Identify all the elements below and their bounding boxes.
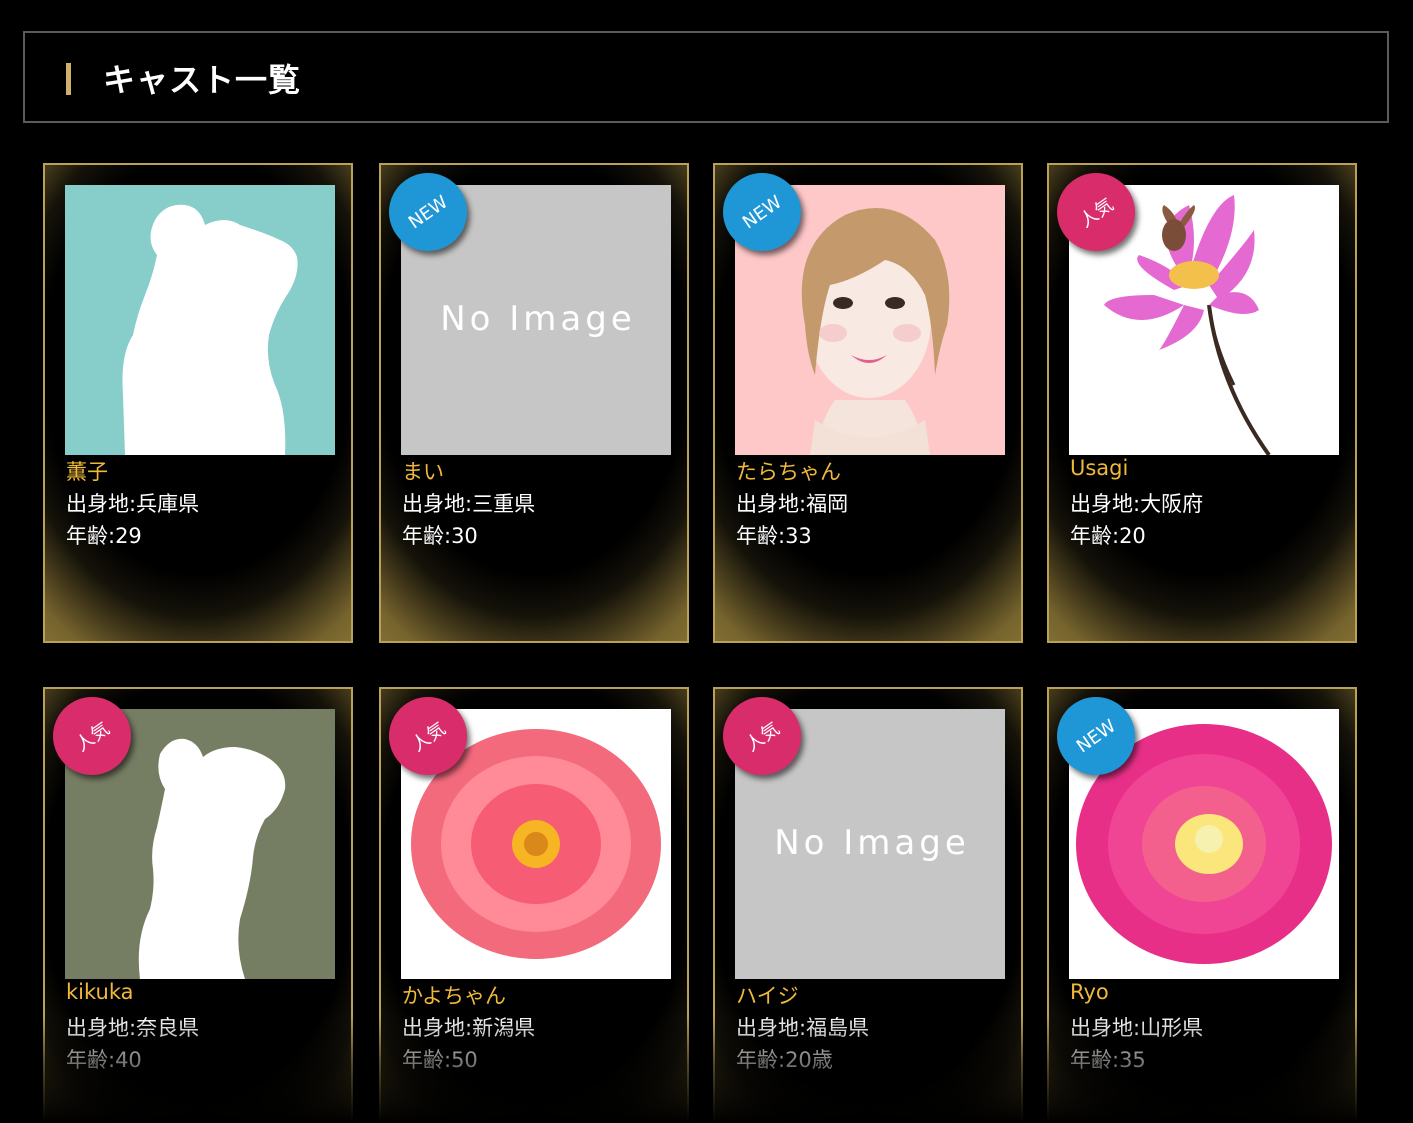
- new-badge: NEW: [389, 173, 467, 251]
- cast-name[interactable]: 薫子: [66, 456, 108, 486]
- popular-badge: 人気: [53, 697, 131, 775]
- no-image-label: No Image: [774, 823, 970, 863]
- popular-badge: 人気: [723, 697, 801, 775]
- cast-card[interactable]: 人気 kikuka 出身地:奈良県 年齢:40: [43, 687, 353, 1123]
- cast-age: 年齢:20: [1070, 524, 1146, 548]
- cast-card[interactable]: 人気 No Image ハイジ 出身地:福島県 年齢:20歳: [713, 687, 1023, 1123]
- cast-age: 年齢:30: [402, 524, 478, 548]
- cast-name[interactable]: ハイジ: [736, 980, 799, 1010]
- cast-age: 年齢:20歳: [736, 1048, 833, 1072]
- new-badge: NEW: [723, 173, 801, 251]
- cast-origin: 出身地:三重県: [402, 492, 536, 516]
- page-title: キャスト一覧: [103, 61, 302, 99]
- cast-age: 年齢:29: [66, 524, 142, 548]
- no-image-label: No Image: [440, 299, 636, 339]
- cast-origin: 出身地:山形県: [1070, 1016, 1204, 1040]
- cast-name[interactable]: Usagi: [1070, 456, 1128, 480]
- popular-badge: 人気: [1057, 173, 1135, 251]
- cast-age: 年齢:50: [402, 1048, 478, 1072]
- cast-age: 年齢:33: [736, 524, 812, 548]
- cast-card[interactable]: NEW No Image まい 出身地:三重県 年齢:30: [379, 163, 689, 643]
- silhouette-image: [65, 185, 335, 455]
- popular-badge: 人気: [389, 697, 467, 775]
- cast-origin: 出身地:福岡: [736, 492, 849, 516]
- cast-card[interactable]: NEW たらちゃん 出身地:福岡 年齢:33: [713, 163, 1023, 643]
- cast-name[interactable]: かよちゃん: [402, 980, 506, 1010]
- header-accent-bar: [66, 63, 71, 95]
- cast-age: 年齢:40: [66, 1048, 142, 1072]
- cast-origin: 出身地:新潟県: [402, 1016, 536, 1040]
- cast-name[interactable]: kikuka: [66, 980, 133, 1004]
- cast-card[interactable]: NEW Ryo 出身地:山形県 年齢:35: [1047, 687, 1357, 1123]
- cast-card[interactable]: 人気 Usagi 出身地:大阪府 年齢:20: [1047, 163, 1357, 643]
- cast-name[interactable]: Ryo: [1070, 980, 1109, 1004]
- cast-origin: 出身地:大阪府: [1070, 492, 1204, 516]
- cast-name[interactable]: まい: [402, 456, 444, 486]
- cast-photo[interactable]: [65, 185, 335, 455]
- cast-origin: 出身地:福島県: [736, 1016, 870, 1040]
- new-badge: NEW: [1057, 697, 1135, 775]
- section-header: キャスト一覧: [23, 31, 1389, 123]
- cast-name[interactable]: たらちゃん: [736, 456, 841, 486]
- cast-card[interactable]: 人気 かよちゃん 出身地:新潟県 年齢:50: [379, 687, 689, 1123]
- cast-age: 年齢:35: [1070, 1048, 1146, 1072]
- cast-card[interactable]: 薫子 出身地:兵庫県 年齢:29: [43, 163, 353, 643]
- cast-list-page: キャスト一覧 薫子 出身地:兵庫県 年齢:29 NEW No Image まい …: [0, 0, 1413, 1123]
- cast-origin: 出身地:兵庫県: [66, 492, 200, 516]
- cast-origin: 出身地:奈良県: [66, 1016, 200, 1040]
